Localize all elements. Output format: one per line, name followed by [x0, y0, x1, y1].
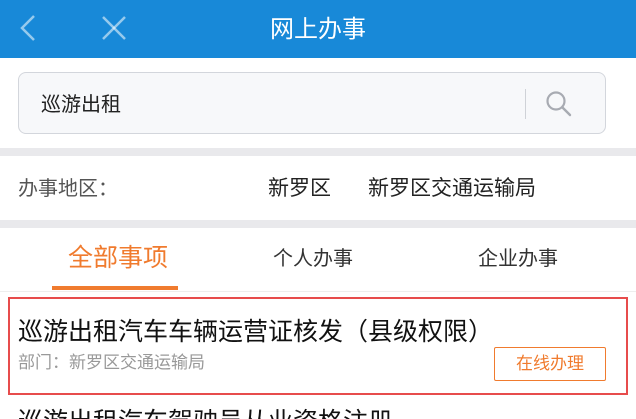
region-district[interactable]: 新罗区 — [268, 156, 331, 220]
region-selector[interactable]: 办事地区： 新罗区 新罗区交通运输局 — [0, 156, 636, 220]
section-divider — [0, 148, 636, 156]
region-label: 办事地区： — [18, 176, 118, 200]
tab-bar: 全部事项 个人办事 企业办事 — [0, 228, 636, 292]
online-apply-button[interactable]: 在线办理 — [494, 347, 606, 381]
search-icon[interactable] — [543, 88, 575, 120]
search-input-value[interactable]: 巡游出租 — [41, 73, 121, 135]
search-divider — [525, 89, 526, 119]
region-bureau[interactable]: 新罗区交通运输局 — [368, 156, 536, 220]
search-input[interactable]: 巡游出租 — [18, 72, 606, 134]
list-item-title[interactable]: 巡游出租汽车车辆运营证核发（县级权限） — [18, 312, 493, 348]
tab-personal[interactable]: 个人办事 — [238, 228, 388, 292]
tab-all-items[interactable]: 全部事项 — [40, 228, 196, 292]
active-tab-indicator — [52, 286, 178, 290]
tab-enterprise[interactable]: 企业办事 — [438, 228, 598, 292]
list-item-department: 部门：新罗区交通运输局 — [18, 353, 205, 373]
app-header: 网上办事 — [0, 0, 636, 58]
section-divider — [0, 220, 636, 228]
list-item-title[interactable]: 巡游出租汽车驾驶员从业资格注册 — [18, 402, 393, 419]
search-area: 巡游出租 — [0, 58, 636, 148]
page-title: 网上办事 — [270, 15, 366, 43]
